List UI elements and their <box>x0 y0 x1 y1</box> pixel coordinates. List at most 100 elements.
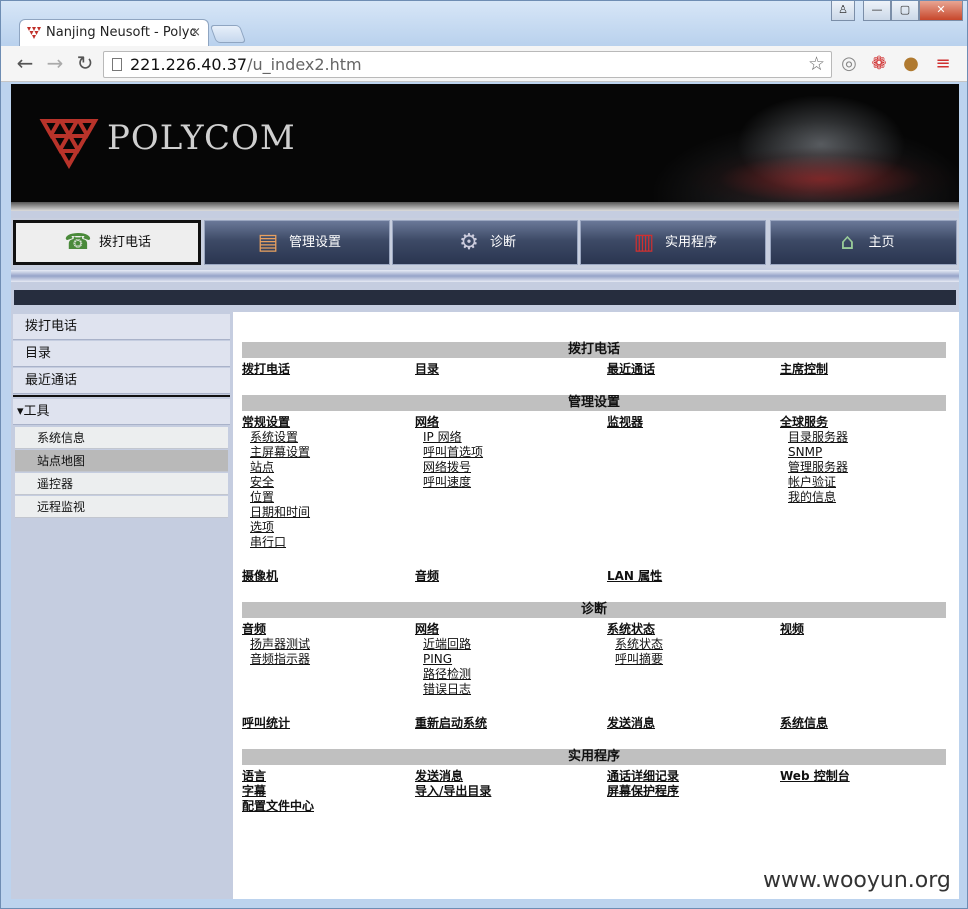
bookmark-star-icon[interactable]: ☆ <box>808 52 825 77</box>
link-audio-settings[interactable]: 音频 <box>415 569 439 584</box>
section-header-util: 实用程序 <box>242 749 946 765</box>
link-security[interactable]: 安全 <box>250 475 274 490</box>
address-bar[interactable]: 221.226.40.37/u_index2.htm ☆ <box>103 51 832 78</box>
sidebar-sub-remote-monitor[interactable]: 远程监视 <box>15 496 228 518</box>
link-system-status-head[interactable]: 系统状态 <box>607 622 655 637</box>
link-diag-audio[interactable]: 音频 <box>242 622 266 637</box>
link-lan-properties[interactable]: LAN 属性 <box>607 569 662 584</box>
link-system-info[interactable]: 系统信息 <box>780 716 828 731</box>
new-tab-button[interactable] <box>209 25 247 43</box>
admin-settings-icon: ▤ <box>257 229 279 255</box>
link-call-detail-report[interactable]: 通话详细记录 <box>607 769 679 784</box>
sidebar-item-tools[interactable]: ▾工具 <box>13 399 230 425</box>
extension-circle-icon[interactable]: ◎ <box>839 54 859 74</box>
link-near-end-loop[interactable]: 近端回路 <box>423 637 471 652</box>
page-viewport: POLYCOM ☎ 拨打电话 ▤ 管理设置 ⚙ 诊断 ▥ 实用程序 ⌂ 主页 拨打电话 目… <box>11 84 959 899</box>
page-icon <box>112 58 122 71</box>
menu-diag-button[interactable]: ⚙ 诊断 <box>392 220 578 265</box>
link-web-console[interactable]: Web 控制台 <box>780 769 850 784</box>
sidebar-item-recent-calls[interactable]: 最近通话 <box>13 368 230 394</box>
link-trace-route[interactable]: 路径检测 <box>423 667 471 682</box>
link-account-validation[interactable]: 帐户验证 <box>788 475 836 490</box>
link-directory-servers[interactable]: 目录服务器 <box>788 430 848 445</box>
link-date-time[interactable]: 日期和时间 <box>250 505 310 520</box>
link-error-log[interactable]: 错误日志 <box>423 682 471 697</box>
sidebar-sub-remote-control[interactable]: 遥控器 <box>15 473 228 495</box>
link-audio-meter[interactable]: 音频指示器 <box>250 652 310 667</box>
menu-home-button[interactable]: ⌂ 主页 <box>770 220 957 265</box>
menu-icon[interactable]: ≡ <box>933 54 953 74</box>
link-screen-saver[interactable]: 屏幕保护程序 <box>607 784 679 799</box>
menu-admin-button[interactable]: ▤ 管理设置 <box>204 220 390 265</box>
diagnostics-icon: ⚙ <box>459 229 479 255</box>
link-speaker-test[interactable]: 扬声器测试 <box>250 637 310 652</box>
link-management-servers[interactable]: 管理服务器 <box>788 460 848 475</box>
link-captions[interactable]: 字幕 <box>242 784 266 799</box>
sidebar-sub-system-info[interactable]: 系统信息 <box>15 427 228 449</box>
back-icon[interactable]: ← <box>13 52 37 76</box>
link-monitors[interactable]: 监视器 <box>607 415 643 430</box>
section-header-dial: 拨打电话 <box>242 342 946 358</box>
sidebar-item-directory[interactable]: 目录 <box>13 341 230 367</box>
browser-tab[interactable]: Nanjing Neusoft - Polyc × <box>19 19 209 47</box>
menu-util-label: 实用程序 <box>664 235 717 250</box>
link-send-message-diag[interactable]: 发送消息 <box>607 716 655 731</box>
link-general-settings[interactable]: 常规设置 <box>242 415 290 430</box>
link-call-summary[interactable]: 呼叫摘要 <box>615 652 663 667</box>
link-site[interactable]: 站点 <box>250 460 274 475</box>
forward-icon[interactable]: → <box>43 52 67 76</box>
sidebar-item-dial[interactable]: 拨打电话 <box>13 314 230 340</box>
link-call-preferences[interactable]: 呼叫首选项 <box>423 445 483 460</box>
link-ping[interactable]: PING <box>423 652 452 667</box>
polycom-banner: POLYCOM <box>11 84 959 211</box>
link-video[interactable]: 视频 <box>780 622 804 637</box>
menu-stripe <box>11 270 959 282</box>
link-directory[interactable]: 目录 <box>415 362 439 377</box>
extension-link-icon[interactable]: ❁ <box>869 54 889 74</box>
link-dial[interactable]: 拨打电话 <box>242 362 290 377</box>
link-ip-network[interactable]: IP 网络 <box>423 430 462 445</box>
user-icon[interactable]: ♙ <box>831 1 855 21</box>
minimize-button[interactable]: — <box>863 1 891 21</box>
tab-close-icon[interactable]: × <box>190 20 201 46</box>
link-my-info[interactable]: 我的信息 <box>788 490 836 505</box>
section-header-admin: 管理设置 <box>242 395 946 411</box>
menu-dial-button[interactable]: ☎ 拨打电话 <box>13 220 201 265</box>
cookie-icon[interactable]: ● <box>901 54 921 74</box>
site-map-content: 拨打电话 拨打电话 目录 最近通话 主席控制 管理设置 常规设置 系统设置 主屏… <box>233 312 959 899</box>
link-network[interactable]: 网络 <box>415 415 439 430</box>
link-recent-calls[interactable]: 最近通话 <box>607 362 655 377</box>
link-serial-port[interactable]: 串行口 <box>250 535 286 550</box>
sidebar-sub-site-map[interactable]: 站点地图 <box>15 450 228 472</box>
polycom-favicon-icon <box>27 27 41 39</box>
link-restart-system[interactable]: 重新启动系统 <box>415 716 487 731</box>
link-chair-control[interactable]: 主席控制 <box>780 362 828 377</box>
link-global-services[interactable]: 全球服务 <box>780 415 828 430</box>
link-location[interactable]: 位置 <box>250 490 274 505</box>
link-snmp[interactable]: SNMP <box>788 445 822 460</box>
link-options[interactable]: 选项 <box>250 520 274 535</box>
section-header-diag: 诊断 <box>242 602 946 618</box>
link-system-status[interactable]: 系统状态 <box>615 637 663 652</box>
link-network-dialing[interactable]: 网络拨号 <box>423 460 471 475</box>
link-profile-center[interactable]: 配置文件中心 <box>242 799 314 814</box>
menu-util-button[interactable]: ▥ 实用程序 <box>580 220 766 265</box>
browser-toolbar: ← → ↻ 221.226.40.37/u_index2.htm ☆ ◎ ❁ ●… <box>1 46 967 82</box>
sidebar-divider <box>13 395 230 397</box>
maximize-button[interactable]: ▢ <box>891 1 919 21</box>
title-bar <box>14 290 956 305</box>
link-call-speed[interactable]: 呼叫速度 <box>423 475 471 490</box>
link-camera[interactable]: 摄像机 <box>242 569 278 584</box>
sidebar: 拨打电话 目录 最近通话 ▾工具 系统信息 站点地图 遥控器 远程监视 <box>11 312 232 899</box>
url-host: 221.226.40.37 <box>130 55 248 74</box>
link-diag-network[interactable]: 网络 <box>415 622 439 637</box>
link-send-message[interactable]: 发送消息 <box>415 769 463 784</box>
home-icon: ⌂ <box>840 229 855 255</box>
reload-icon[interactable]: ↻ <box>73 52 97 76</box>
close-window-button[interactable]: ✕ <box>919 1 963 21</box>
link-system-settings[interactable]: 系统设置 <box>250 430 298 445</box>
link-home-screen-settings[interactable]: 主屏幕设置 <box>250 445 310 460</box>
link-call-statistics[interactable]: 呼叫统计 <box>242 716 290 731</box>
link-language[interactable]: 语言 <box>242 769 266 784</box>
link-import-export-directory[interactable]: 导入/导出目录 <box>415 784 491 799</box>
